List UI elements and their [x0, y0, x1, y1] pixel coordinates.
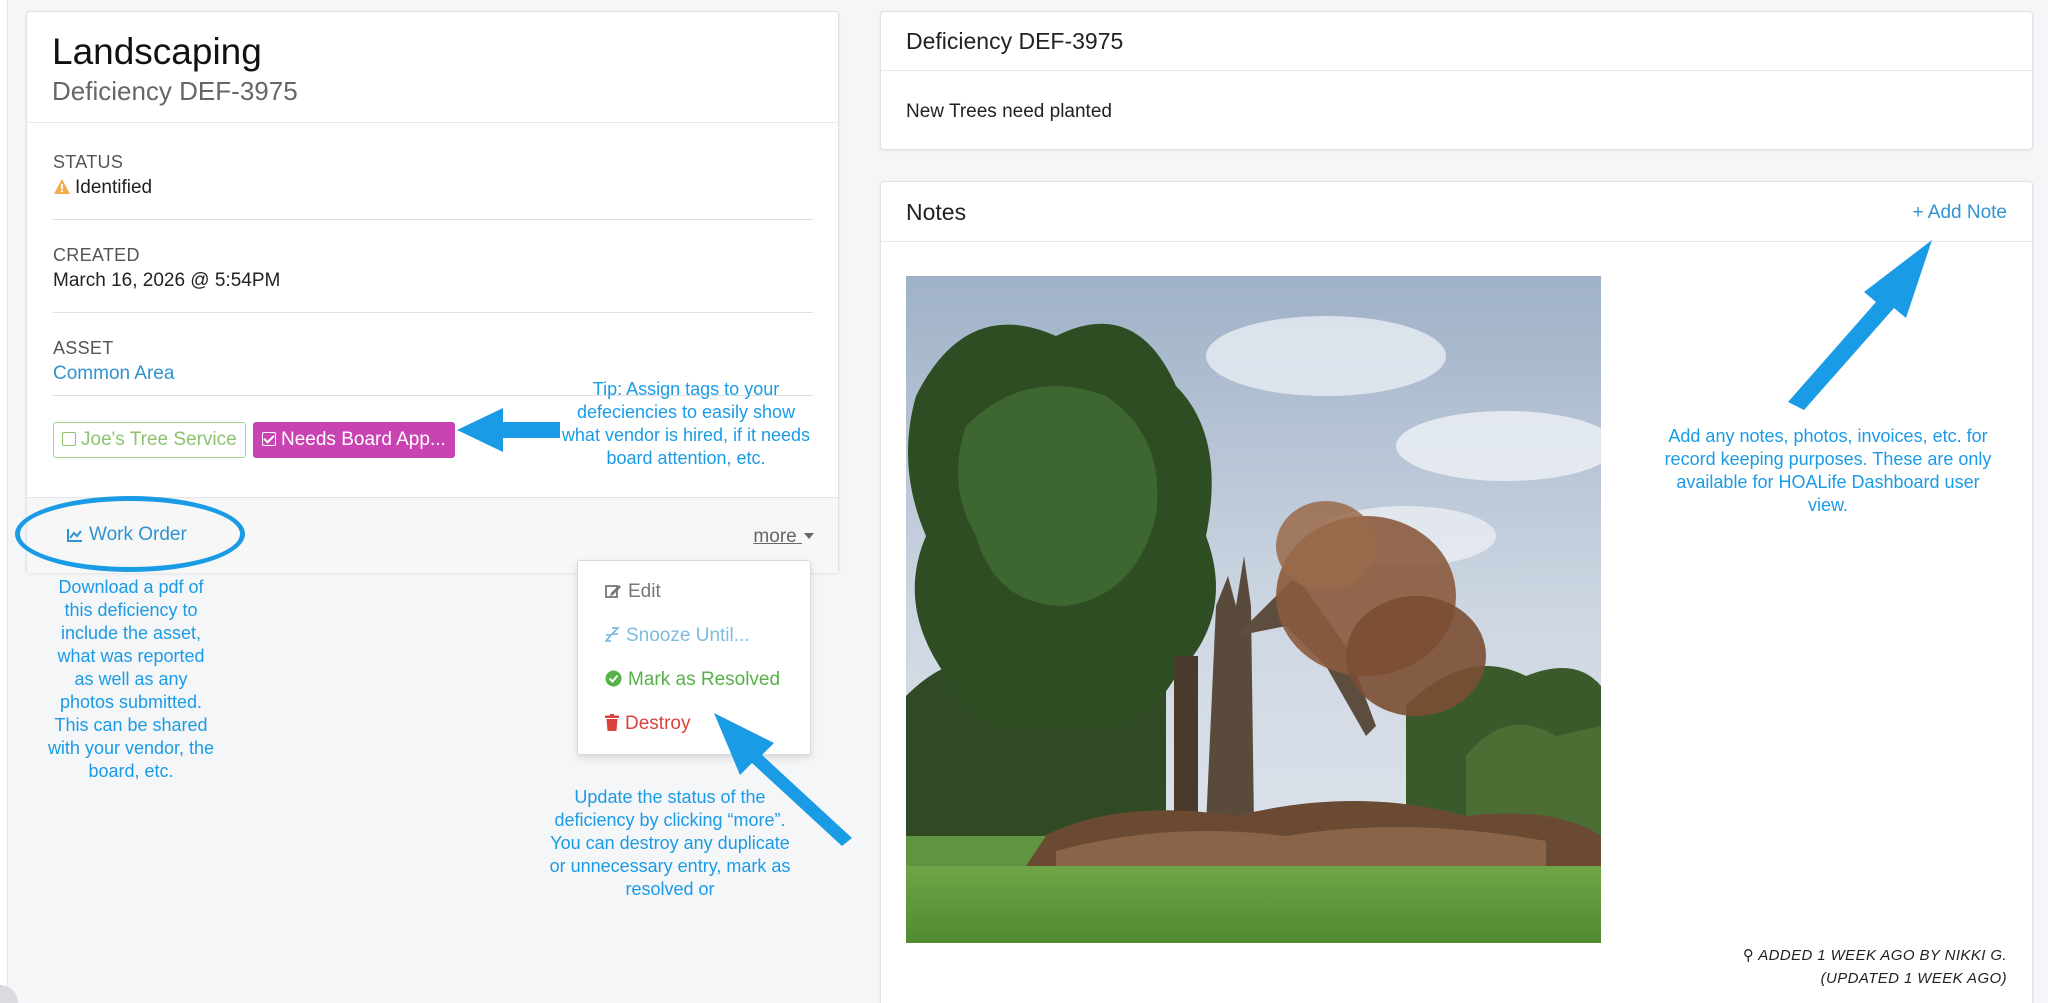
- deficiency-summary-card: Landscaping Deficiency DEF-3975 STATUS I…: [26, 11, 839, 573]
- menu-item-destroy[interactable]: Destroy: [605, 713, 690, 737]
- status-text: Identified: [75, 177, 153, 198]
- annotation-work-order-tip: Download a pdf of this deficiency to inc…: [47, 577, 215, 781]
- menu-item-mark-resolved[interactable]: Mark as Resolved: [605, 669, 780, 693]
- tag-vendor[interactable]: Joe's Tree Service: [53, 422, 246, 458]
- pin-icon: ⚲: [1742, 947, 1755, 964]
- created-label: CREATED: [53, 245, 140, 265]
- more-label: more: [753, 526, 797, 547]
- card-header: Landscaping Deficiency DEF-3975: [27, 12, 838, 123]
- asset-label: ASSET: [53, 338, 114, 358]
- highlight-ring: [15, 496, 245, 572]
- status-value: Identified: [53, 177, 813, 201]
- description-title: Deficiency DEF-3975: [881, 12, 2032, 71]
- warning-icon: [53, 178, 71, 201]
- window-corner: [0, 985, 18, 1003]
- edit-icon: [605, 583, 622, 605]
- note-updated: (UPDATED 1 WEEK AGO): [1820, 970, 2007, 987]
- menu-item-label: Snooze Until...: [626, 625, 750, 646]
- snooze-icon: [604, 627, 621, 649]
- checkbox-icon: [262, 432, 276, 446]
- annotation-tags-tip: Tip: Assign tags to your defeciencies to…: [561, 379, 811, 468]
- menu-item-label: Destroy: [625, 713, 691, 734]
- note-added-text: ADDED 1 WEEK AGO BY NIKKI G.: [1758, 947, 2007, 964]
- more-dropdown-toggle[interactable]: more: [753, 526, 814, 548]
- add-note-button[interactable]: + Add Note: [1912, 202, 2007, 224]
- status-field: STATUS Identified: [53, 152, 813, 201]
- window-edge: [0, 0, 8, 1003]
- arrow-icon: [457, 408, 560, 452]
- menu-item-snooze[interactable]: Snooze Until...: [604, 625, 750, 649]
- menu-item-label: Mark as Resolved: [628, 669, 781, 690]
- description-body: New Trees need planted: [906, 101, 1112, 122]
- caret-down-icon: [804, 533, 814, 539]
- deficiency-description-card: Deficiency DEF-3975 New Trees need plant…: [880, 11, 2033, 150]
- menu-item-label: Edit: [628, 581, 661, 602]
- note-meta: ⚲ ADDED 1 WEEK AGO BY NIKKI G. (UPDATED …: [1743, 944, 2007, 990]
- divider: [53, 219, 813, 220]
- page-title: Landscaping: [52, 31, 262, 72]
- created-field: CREATED March 16, 2026 @ 5:54PM: [53, 245, 813, 292]
- tag-label: Joe's Tree Service: [81, 429, 237, 450]
- menu-item-edit[interactable]: Edit: [605, 581, 661, 605]
- tag-needs-board-approval[interactable]: Needs Board App...: [253, 422, 455, 458]
- deficiency-id: Deficiency DEF-3975: [52, 76, 298, 106]
- annotation-notes-tip: Add any notes, photos, invoices, etc. fo…: [1664, 426, 1992, 515]
- checkbox-icon: [62, 432, 76, 446]
- notes-title: Notes: [906, 199, 967, 225]
- arrow-icon: [714, 713, 852, 846]
- trash-icon: [605, 714, 619, 737]
- status-label: STATUS: [53, 152, 124, 172]
- divider: [53, 312, 813, 313]
- note-photo[interactable]: [906, 276, 1601, 943]
- tag-label: Needs Board App...: [281, 429, 446, 450]
- arrow-icon: [1788, 240, 1932, 410]
- check-circle-icon: [605, 670, 622, 693]
- note-added: ⚲ ADDED 1 WEEK AGO BY NIKKI G.: [1743, 944, 2007, 967]
- created-value: March 16, 2026 @ 5:54PM: [53, 270, 281, 291]
